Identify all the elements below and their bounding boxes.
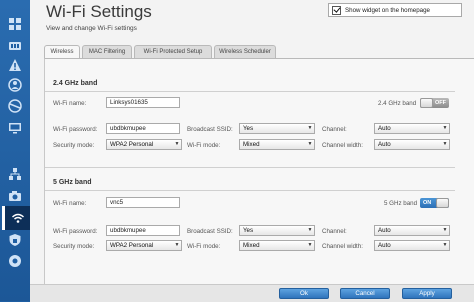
- wifi-name-input-5[interactable]: vnc5: [106, 197, 180, 208]
- band-24-toggle[interactable]: OFF: [420, 98, 449, 108]
- checkbox-checked-icon[interactable]: [332, 5, 341, 15]
- band-24-toggle-label: 2.4 GHz band: [378, 100, 417, 107]
- select-value: Mixed: [243, 242, 260, 249]
- select-value: Mixed: [243, 141, 260, 148]
- select-value: WPA2 Personal: [110, 242, 154, 249]
- chevron-down-icon: ▼: [442, 125, 448, 131]
- channel-width-select-5[interactable]: Auto ▼: [374, 240, 450, 251]
- toggle-knob: [420, 98, 433, 108]
- security-mode-label: Security mode:: [53, 142, 95, 149]
- channel-width-label: Channel width:: [322, 243, 363, 250]
- globe-icon[interactable]: [7, 98, 23, 114]
- channel-label: Channel:: [322, 228, 347, 235]
- select-value: Auto: [378, 242, 391, 249]
- settings-panel: Wi-Fi Settings View and change Wi-Fi set…: [30, 0, 474, 302]
- band-5-toggle[interactable]: ON: [420, 198, 449, 208]
- channel-width-label: Channel width:: [322, 142, 363, 149]
- broadcast-ssid-select-5[interactable]: Yes ▼: [239, 225, 315, 236]
- security-mode-select-24[interactable]: WPA2 Personal ▼: [106, 139, 182, 150]
- tab-mac-filtering[interactable]: MAC Filtering: [82, 45, 132, 58]
- ok-button[interactable]: Ok: [279, 288, 329, 299]
- divider: [45, 167, 455, 168]
- wifi-password-label: Wi-Fi password:: [53, 126, 98, 133]
- select-value: Yes: [243, 227, 254, 234]
- band-5-title: 5 GHz band: [53, 179, 92, 186]
- divider: [45, 190, 455, 191]
- tab-wifi-protected-setup[interactable]: Wi-Fi Protected Setup: [134, 45, 212, 58]
- wifi-password-input-24[interactable]: ubdbkmupee: [106, 123, 180, 134]
- select-value: Auto: [378, 125, 391, 132]
- channel-select-5[interactable]: Auto ▼: [374, 225, 450, 236]
- security-mode-select-5[interactable]: WPA2 Personal ▼: [106, 240, 182, 251]
- broadcast-ssid-select-24[interactable]: Yes ▼: [239, 123, 315, 134]
- toggle-state: OFF: [435, 100, 446, 106]
- show-widget-checkbox[interactable]: Show widget on the homepage: [328, 3, 462, 17]
- wifi-password-input-5[interactable]: ubdbkmupee: [106, 225, 180, 236]
- channel-label: Channel:: [322, 126, 347, 133]
- page-subtitle: View and change Wi-Fi settings: [46, 25, 137, 32]
- cancel-button[interactable]: Cancel: [340, 288, 390, 299]
- channel-width-select-24[interactable]: Auto ▼: [374, 139, 450, 150]
- chevron-down-icon: ▼: [307, 227, 313, 233]
- chevron-down-icon: ▼: [307, 125, 313, 131]
- chevron-down-icon: ▼: [442, 227, 448, 233]
- page-title: Wi-Fi Settings: [46, 2, 152, 21]
- broadcast-ssid-label: Broadcast SSID:: [187, 126, 233, 133]
- select-value: WPA2 Personal: [110, 141, 154, 148]
- security-mode-label: Security mode:: [53, 243, 95, 250]
- apply-button[interactable]: Apply: [402, 288, 452, 299]
- wifi-password-label: Wi-Fi password:: [53, 228, 98, 235]
- footer-bar: Ok Cancel Apply: [30, 284, 474, 302]
- wifi-mode-select-5[interactable]: Mixed ▼: [239, 240, 315, 251]
- wifi-name-label: Wi-Fi name:: [53, 200, 87, 207]
- network-icon[interactable]: [7, 166, 23, 182]
- band-24-title: 2.4 GHz band: [53, 80, 98, 87]
- wireless-content: 2.4 GHz band Wi-Fi name: Linksys01635 2.…: [44, 58, 474, 289]
- router-icon[interactable]: [7, 37, 23, 53]
- wifi-mode-label: Wi-Fi mode:: [187, 142, 221, 149]
- wifi-name-label: Wi-Fi name:: [53, 100, 87, 107]
- show-widget-label: Show widget on the homepage: [345, 6, 430, 14]
- monitor-icon[interactable]: [7, 120, 23, 136]
- band-5-toggle-label: 5 GHz band: [384, 200, 418, 207]
- select-value: Yes: [243, 125, 254, 132]
- security-icon[interactable]: [7, 232, 23, 248]
- tab-wireless-scheduler[interactable]: Wireless Scheduler: [214, 45, 276, 58]
- channel-select-24[interactable]: Auto ▼: [374, 123, 450, 134]
- divider: [45, 91, 455, 92]
- camera-icon[interactable]: [7, 188, 23, 204]
- chevron-down-icon: ▼: [307, 141, 313, 147]
- select-value: Auto: [378, 141, 391, 148]
- tab-wireless[interactable]: Wireless: [44, 45, 80, 59]
- grid-icon[interactable]: [7, 16, 23, 32]
- select-value: Auto: [378, 227, 391, 234]
- wifi-mode-label: Wi-Fi mode:: [187, 243, 221, 250]
- sidebar: [0, 0, 30, 301]
- chevron-down-icon: ▼: [442, 141, 448, 147]
- chevron-down-icon: ▼: [307, 242, 313, 248]
- chevron-down-icon: ▼: [174, 242, 180, 248]
- toggle-state: ON: [423, 200, 432, 206]
- wifi-mode-select-24[interactable]: Mixed ▼: [239, 139, 315, 150]
- toggle-knob: [436, 198, 449, 208]
- wifi-settings-icon[interactable]: [2, 206, 30, 230]
- chevron-down-icon: ▼: [442, 242, 448, 248]
- broadcast-ssid-label: Broadcast SSID:: [187, 228, 233, 235]
- troubleshoot-icon[interactable]: [7, 253, 23, 269]
- warning-icon[interactable]: [7, 57, 23, 73]
- chevron-down-icon: ▼: [174, 141, 180, 147]
- wifi-name-input-24[interactable]: Linksys01635: [106, 97, 180, 108]
- parental-controls-icon[interactable]: [7, 77, 23, 93]
